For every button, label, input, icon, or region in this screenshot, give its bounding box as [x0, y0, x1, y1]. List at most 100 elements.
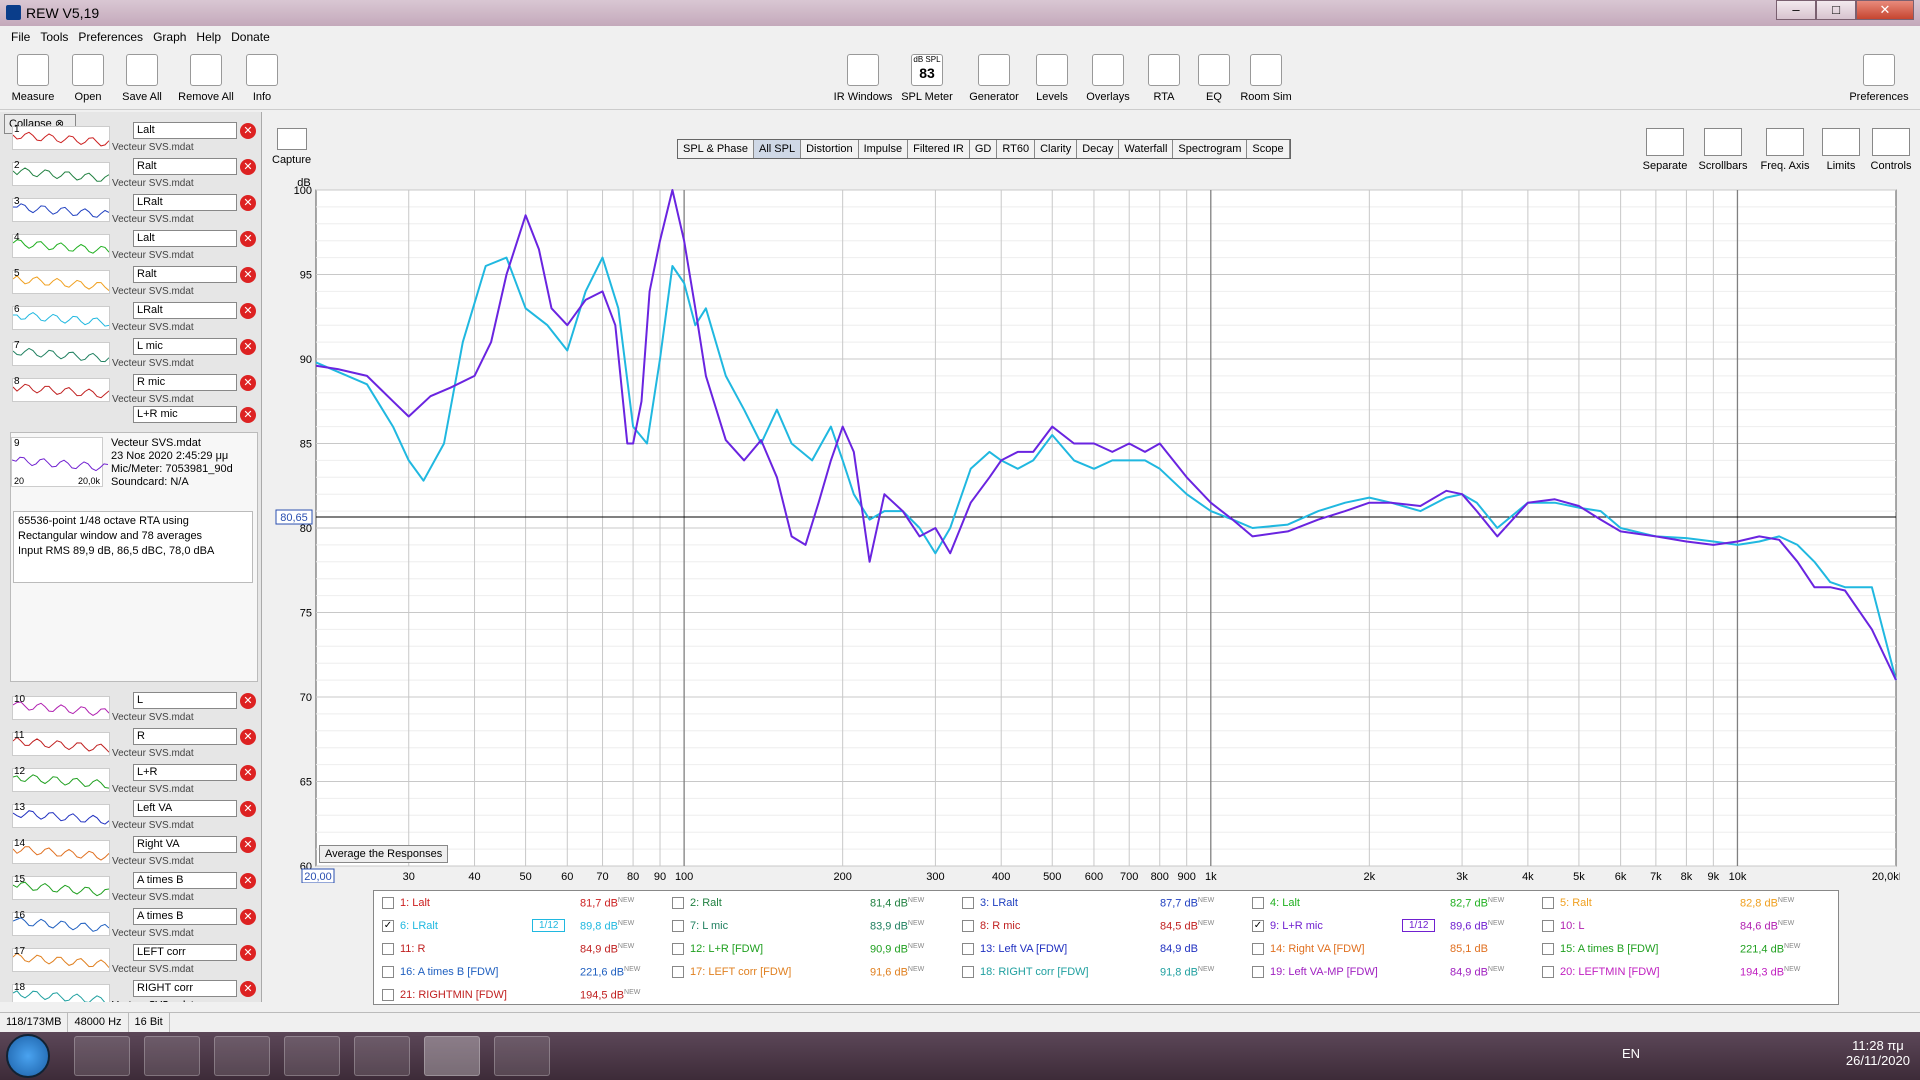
menu-graph[interactable]: Graph — [148, 26, 191, 48]
measurement-name-field[interactable]: LRalt — [133, 302, 237, 319]
measurement-name-field[interactable]: Lalt — [133, 230, 237, 247]
scrollbars-button[interactable]: Scrollbars — [1694, 128, 1752, 172]
measurement-notes[interactable]: 65536-point 1/48 octave RTA using Rectan… — [13, 511, 253, 583]
legend-item[interactable]: 13: Left VA [FDW] 84,9 dB — [962, 943, 1242, 956]
legend-checkbox[interactable] — [1542, 966, 1554, 979]
menu-help[interactable]: Help — [191, 26, 226, 48]
toolbar-generator-button[interactable]: Generator — [964, 54, 1024, 103]
spl-graph[interactable]: 1009590858075706560dB30 40 50 60 70 80 90 100 20… — [240, 178, 1900, 883]
tab-gd[interactable]: GD — [969, 140, 998, 158]
legend-checkbox[interactable] — [1542, 943, 1554, 956]
legend-checkbox[interactable]: ✓ — [1252, 920, 1264, 933]
measurement-name-field[interactable]: R — [133, 728, 237, 745]
toolbar-ir-windows-button[interactable]: IR Windows — [833, 54, 893, 103]
measurement-name-field[interactable]: RIGHT corr — [133, 980, 237, 997]
legend-checkbox[interactable] — [382, 943, 394, 956]
legend-checkbox[interactable] — [1252, 897, 1264, 910]
measurement-name-field[interactable]: A times B — [133, 908, 237, 925]
legend-item[interactable]: ✓ 9: L+R mic 1/12 89,6 dBNEW — [1252, 919, 1532, 933]
measurement-name-field[interactable]: R mic — [133, 374, 237, 391]
legend-item[interactable]: 12: L+R [FDW] 90,9 dBNEW — [672, 943, 952, 956]
legend-item[interactable]: 18: RIGHT corr [FDW] 91,8 dBNEW — [962, 966, 1242, 979]
measurement-row[interactable]: 6 LRalt ✕ Vecteur SVS.mdat — [8, 300, 261, 336]
measurement-name-field[interactable]: L mic — [133, 338, 237, 355]
tab-scope[interactable]: Scope — [1247, 140, 1290, 158]
measurement-name-field[interactable]: LEFT corr — [133, 944, 237, 961]
measurement-row[interactable]: 14 Right VA ✕ Vecteur SVS.mdat — [8, 834, 261, 870]
legend-checkbox[interactable] — [1542, 897, 1554, 910]
legend-item[interactable]: 17: LEFT corr [FDW] 91,6 dBNEW — [672, 966, 952, 979]
measurement-row[interactable]: 2 Ralt ✕ Vecteur SVS.mdat — [8, 156, 261, 192]
measurement-row[interactable]: 11 R ✕ Vecteur SVS.mdat — [8, 726, 261, 762]
legend-checkbox[interactable] — [962, 943, 974, 956]
measurement-name-field[interactable]: Right VA — [133, 836, 237, 853]
controls-button[interactable]: Controls — [1862, 128, 1920, 172]
toolbar-info-button[interactable]: Info — [232, 54, 292, 103]
measurement-name-field[interactable]: Ralt — [133, 266, 237, 283]
legend-checkbox[interactable] — [382, 966, 394, 979]
tab-waterfall[interactable]: Waterfall — [1119, 140, 1174, 158]
measurement-name-field[interactable]: Lalt — [133, 122, 237, 139]
average-responses-button[interactable]: Average the Responses — [319, 845, 449, 863]
legend-checkbox[interactable] — [1252, 966, 1264, 979]
toolbar-open-button[interactable]: Open — [58, 54, 118, 103]
remove-measurement-icon[interactable]: ✕ — [240, 909, 256, 925]
legend-item[interactable]: 5: Ralt 82,8 dBNEW — [1542, 897, 1822, 910]
menu-file[interactable]: File — [6, 26, 35, 48]
measurement-name-field[interactable]: L — [133, 692, 237, 709]
close-button[interactable]: ✕ — [1856, 0, 1914, 20]
measurement-row[interactable]: 7L mic ✕ Vecteur SVS.mdat — [8, 336, 261, 372]
legend-item[interactable]: 8: R mic 84,5 dBNEW — [962, 920, 1242, 933]
measurement-row[interactable]: 13 Left VA ✕ Vecteur SVS.mdat — [8, 798, 261, 834]
legend-item[interactable]: 11: R 84,9 dBNEW — [382, 943, 662, 956]
tab-distortion[interactable]: Distortion — [801, 140, 859, 158]
tab-all-spl[interactable]: All SPL — [754, 140, 802, 158]
measurement-row[interactable]: 18 RIGHT corr✕ Vecteur SVS.mdat — [8, 978, 261, 1002]
taskbar-app-icon[interactable] — [354, 1036, 410, 1076]
measurement-name-field[interactable]: L+R — [133, 764, 237, 781]
legend-checkbox[interactable]: ✓ — [382, 920, 394, 933]
measurement-name-field[interactable]: A times B — [133, 872, 237, 889]
toolbar-save-all-button[interactable]: Save All — [112, 54, 172, 103]
measurement-row[interactable]: 5 Ralt ✕ Vecteur SVS.mdat — [8, 264, 261, 300]
legend-item[interactable]: 20: LEFTMIN [FDW] 194,3 dBNEW — [1542, 966, 1822, 979]
remove-measurement-icon[interactable]: ✕ — [240, 123, 256, 139]
tab-rt60[interactable]: RT60 — [997, 140, 1036, 158]
separate-button[interactable]: Separate — [1636, 128, 1694, 172]
toolbar-levels-button[interactable]: Levels — [1022, 54, 1082, 103]
system-clock[interactable]: 11:28 πμ 26/11/2020 — [1846, 1038, 1910, 1068]
toolbar-overlays-button[interactable]: Overlays — [1078, 54, 1138, 103]
legend-item[interactable]: 21: RIGHTMIN [FDW] 194,5 dBNEW — [382, 989, 662, 1002]
legend-checkbox[interactable] — [382, 989, 394, 1002]
measurement-row[interactable]: 1 Lalt ✕ Vecteur SVS.mdat — [8, 120, 261, 156]
legend-checkbox[interactable] — [962, 897, 974, 910]
tab-filtered-ir[interactable]: Filtered IR — [908, 140, 970, 158]
legend-checkbox[interactable] — [1542, 920, 1554, 933]
legend-item[interactable]: ✓ 6: LRalt 1/12 89,8 dBNEW — [382, 919, 662, 933]
measurement-row[interactable]: 4 Lalt ✕ Vecteur SVS.mdat — [8, 228, 261, 264]
measurement-row[interactable]: 15 A times B ✕ Vecteur SVS.mdat — [8, 870, 261, 906]
legend-item[interactable]: 15: A times B [FDW] 221,4 dBNEW — [1542, 943, 1822, 956]
taskbar-paint-icon[interactable] — [494, 1036, 550, 1076]
legend-item[interactable]: 14: Right VA [FDW] 85,1 dB — [1252, 943, 1532, 956]
language-indicator[interactable]: EN — [1622, 1046, 1640, 1061]
tab-impulse[interactable]: Impulse — [858, 140, 909, 158]
tab-spl-phase[interactable]: SPL & Phase — [678, 140, 755, 158]
preferences-button[interactable]: Preferences — [1846, 54, 1912, 103]
taskbar-explorer-icon[interactable] — [74, 1036, 130, 1076]
legend-checkbox[interactable] — [672, 897, 684, 910]
tab-decay[interactable]: Decay — [1077, 140, 1120, 158]
legend-checkbox[interactable] — [672, 943, 684, 956]
measurement-row[interactable]: 16 A times B ✕ Vecteur SVS.mdat — [8, 906, 261, 942]
legend-item[interactable]: 7: L mic 83,9 dBNEW — [672, 920, 952, 933]
remove-measurement-icon[interactable]: ✕ — [240, 981, 256, 997]
legend-item[interactable]: 1: Lalt 81,7 dBNEW — [382, 897, 662, 910]
legend-item[interactable]: 10: L 84,6 dBNEW — [1542, 920, 1822, 933]
freq-axis-button[interactable]: Freq. Axis — [1756, 128, 1814, 172]
legend-item[interactable]: 3: LRalt 87,7 dBNEW — [962, 897, 1242, 910]
legend-item[interactable]: 16: A times B [FDW] 221,6 dBNEW — [382, 966, 662, 979]
measurement-row[interactable]: 10 L ✕ Vecteur SVS.mdat — [8, 690, 261, 726]
toolbar-eq-button[interactable]: EQ — [1184, 54, 1244, 103]
menu-preferences[interactable]: Preferences — [73, 26, 148, 48]
measurement-name-field[interactable]: LRalt — [133, 194, 237, 211]
